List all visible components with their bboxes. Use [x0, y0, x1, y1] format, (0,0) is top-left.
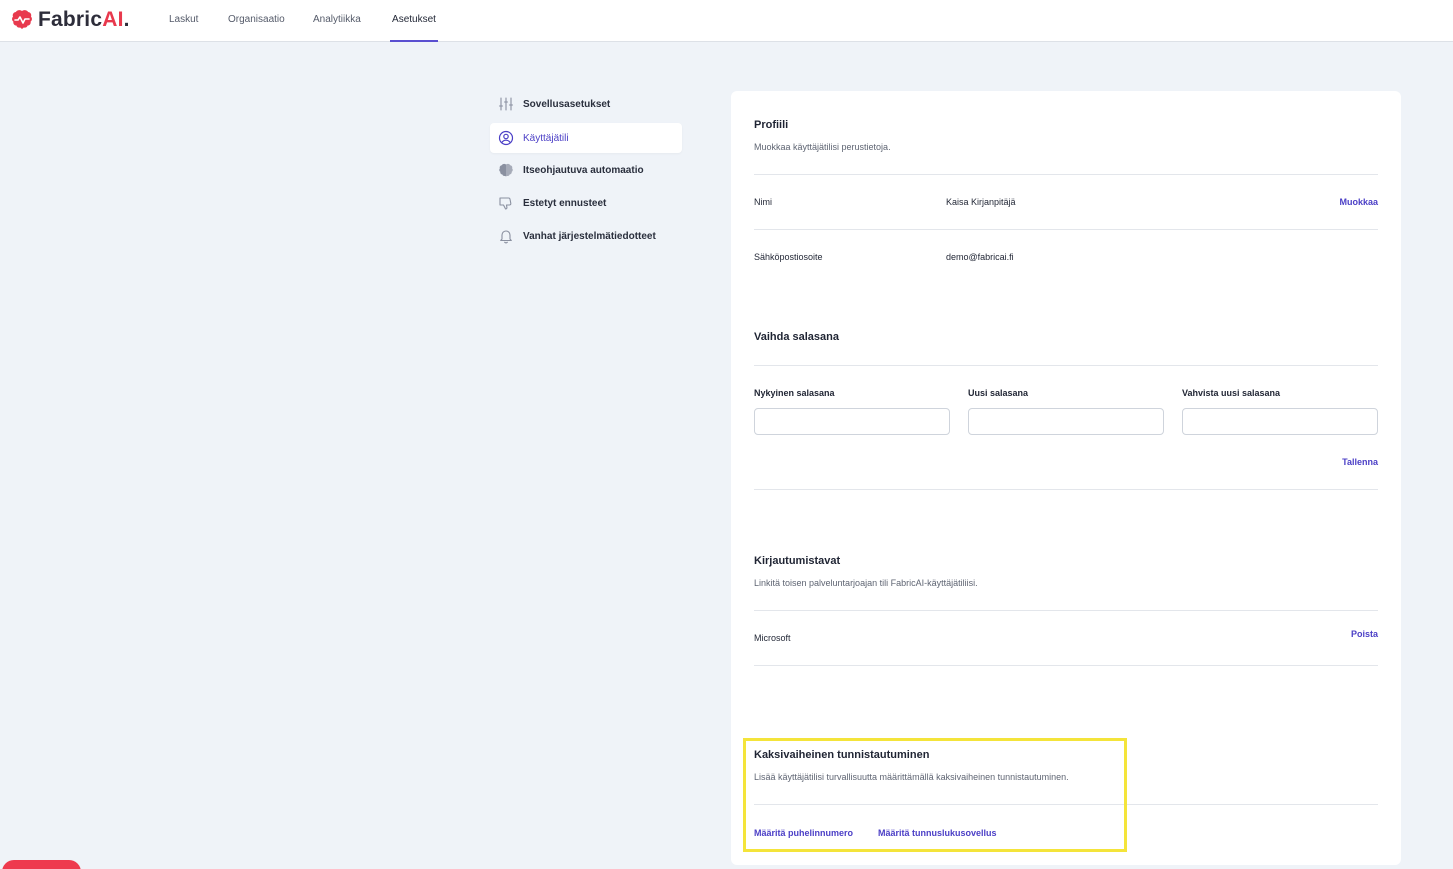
tab-asetukset[interactable]: Asetukset	[390, 0, 438, 42]
sidebar-item-label: Estetyt ennusteet	[523, 197, 607, 209]
thumbs-down-icon	[499, 197, 512, 210]
email-label: Sähköpostiosoite	[754, 252, 823, 262]
help-button[interactable]	[2, 860, 81, 869]
tab-analytiikka[interactable]: Analytiikka	[313, 0, 361, 42]
divider	[754, 665, 1378, 666]
brain-icon	[499, 163, 513, 177]
confirm-password-label: Vahvista uusi salasana	[1182, 388, 1281, 398]
sliders-icon	[498, 97, 514, 111]
new-password-label: Uusi salasana	[968, 388, 1029, 398]
divider	[754, 229, 1378, 230]
twofa-subtitle: Lisää käyttäjätilisi turvallisuutta määr…	[754, 772, 1069, 782]
password-title: Vaihda salasana	[754, 331, 839, 343]
remove-provider-link[interactable]: Poista	[1351, 629, 1378, 639]
brand-logo[interactable]: FabricAI.	[10, 7, 130, 33]
login-methods-subtitle: Linkitä toisen palveluntarjoajan tili Fa…	[754, 578, 978, 588]
brand-name: FabricAI.	[38, 8, 130, 31]
brain-logo-icon	[12, 10, 32, 29]
sidebar-item-sovellusasetukset[interactable]: Sovellusasetukset	[490, 89, 682, 119]
current-password-input[interactable]	[754, 408, 950, 435]
account-settings-card: Profiili Muokkaa käyttäjätilisi perustie…	[731, 91, 1401, 865]
bell-icon	[500, 230, 512, 244]
setup-authenticator-link[interactable]: Määritä tunnuslukusovellus	[878, 828, 997, 838]
profile-subtitle: Muokkaa käyttäjätilisi perustietoja.	[754, 142, 891, 152]
sidebar-item-kayttajatili[interactable]: Käyttäjätili	[490, 123, 682, 153]
edit-name-link[interactable]: Muokkaa	[1339, 197, 1378, 207]
divider	[754, 174, 1378, 175]
sidebar-item-label: Vanhat järjestelmätiedotteet	[523, 230, 656, 242]
save-password-link[interactable]: Tallenna	[1342, 457, 1378, 467]
sidebar-item-automaatio[interactable]: Itseohjautuva automaatio	[490, 155, 682, 185]
setup-phone-link[interactable]: Määritä puhelinnumero	[754, 828, 853, 838]
profile-title: Profiili	[754, 119, 789, 131]
sidebar-item-estetyt-ennusteet[interactable]: Estetyt ennusteet	[490, 188, 682, 218]
sidebar-item-label: Käyttäjätili	[523, 132, 569, 144]
microsoft-provider-label: Microsoft	[754, 633, 791, 643]
divider	[754, 365, 1378, 366]
top-navigation-bar: FabricAI. Laskut Organisaatio Analytiikk…	[0, 0, 1453, 42]
name-label: Nimi	[754, 197, 772, 207]
login-methods-title: Kirjautumistavat	[754, 555, 841, 567]
confirm-password-input[interactable]	[1182, 408, 1378, 435]
divider	[754, 610, 1378, 611]
tab-laskut[interactable]: Laskut	[169, 0, 198, 42]
twofa-title: Kaksivaiheinen tunnistautuminen	[754, 749, 930, 761]
sidebar-item-jarjestelmatiedotteet[interactable]: Vanhat järjestelmätiedotteet	[490, 221, 682, 251]
name-value: Kaisa Kirjanpitäjä	[946, 197, 1016, 207]
user-circle-icon	[498, 130, 514, 146]
current-password-label: Nykyinen salasana	[754, 388, 835, 398]
new-password-input[interactable]	[968, 408, 1164, 435]
divider	[754, 489, 1378, 490]
email-value: demo@fabricai.fi	[946, 252, 1014, 262]
sidebar-item-label: Itseohjautuva automaatio	[523, 164, 644, 176]
divider	[754, 804, 1378, 805]
sidebar-item-label: Sovellusasetukset	[523, 98, 611, 110]
tab-organisaatio[interactable]: Organisaatio	[228, 0, 285, 42]
